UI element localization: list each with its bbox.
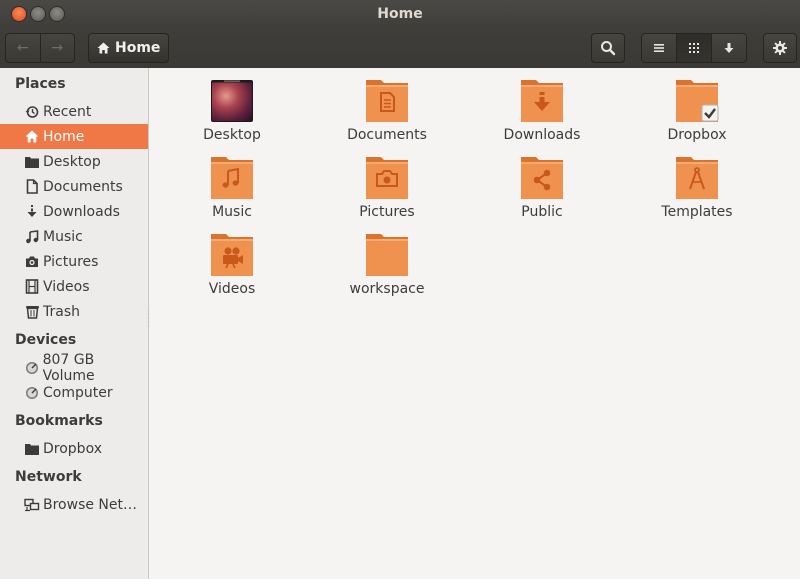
sidebar-item-browse-network[interactable]: Browse Net…	[0, 492, 148, 517]
sidebar-item-label: Computer	[43, 384, 113, 401]
list-icon	[654, 44, 664, 52]
file-item-pictures[interactable]: Pictures	[327, 155, 447, 221]
videos-folder-icon	[211, 234, 253, 276]
search-icon	[601, 41, 616, 56]
file-item-label: Pictures	[359, 204, 415, 220]
network-icon	[24, 497, 40, 513]
file-item-templates[interactable]: Templates	[637, 155, 757, 221]
desktop-folder-icon	[211, 80, 253, 122]
sidebar-item-pictures[interactable]: Pictures	[0, 249, 148, 274]
sidebar-item-label: Music	[43, 228, 83, 245]
file-item-label: Dropbox	[667, 127, 727, 143]
sidebar-item-label: Videos	[43, 278, 90, 295]
sidebar-item-label: Browse Net…	[43, 496, 138, 513]
sidebar-item-desktop[interactable]: Desktop	[0, 149, 148, 174]
documents-folder-icon	[366, 80, 408, 122]
sidebar-item-label: Dropbox	[43, 440, 102, 457]
sidebar-item-label: Downloads	[43, 203, 120, 220]
sidebar-item-807gb-volume[interactable]: 807 GB Volume	[0, 352, 148, 384]
view-options-button[interactable]	[711, 34, 746, 62]
file-manager-window: Home ← → Home Places Recent Home Desktop…	[0, 0, 800, 579]
download-icon	[24, 204, 40, 220]
file-view: Desktop Documents Downloads Dropbox Musi…	[149, 68, 800, 579]
search-button[interactable]	[591, 33, 625, 63]
file-item-downloads[interactable]: Downloads	[482, 78, 602, 144]
sidebar-item-computer[interactable]: Computer	[0, 380, 148, 405]
path-bar-home-button[interactable]: Home	[88, 33, 170, 63]
templates-folder-icon	[676, 157, 718, 199]
title-bar: Home ← → Home	[0, 0, 800, 68]
window-title: Home	[377, 6, 423, 22]
file-item-public[interactable]: Public	[482, 155, 602, 221]
settings-menu-button[interactable]	[763, 33, 797, 63]
music-icon	[24, 229, 40, 245]
sidebar-item-label: Recent	[43, 103, 92, 120]
gear-icon	[773, 41, 787, 55]
music-folder-icon	[211, 157, 253, 199]
sidebar-item-home[interactable]: Home	[0, 124, 148, 149]
bookmarks-heading: Bookmarks	[15, 413, 103, 429]
camera-icon	[24, 254, 40, 270]
sidebar-item-label: Trash	[43, 303, 80, 320]
sidebar-item-dropbox[interactable]: Dropbox	[0, 436, 148, 461]
file-item-desktop[interactable]: Desktop	[172, 78, 292, 144]
file-item-music[interactable]: Music	[172, 155, 292, 221]
folder-icon	[24, 441, 40, 457]
recent-icon	[24, 104, 40, 120]
places-heading: Places	[15, 76, 66, 92]
back-button[interactable]: ←	[6, 34, 40, 62]
sidebar-item-label: Pictures	[43, 253, 99, 270]
view-mode-buttons	[641, 33, 747, 63]
sidebar-item-recent[interactable]: Recent	[0, 99, 148, 124]
file-item-label: Music	[212, 204, 252, 220]
public-folder-icon	[521, 157, 563, 199]
file-item-label: Public	[521, 204, 563, 220]
sidebar-item-label: 807 GB Volume	[42, 351, 95, 384]
sidebar-item-downloads[interactable]: Downloads	[0, 199, 148, 224]
chevron-down-icon	[724, 43, 734, 53]
path-bar-label: Home	[115, 40, 161, 56]
sidebar-item-label: Home	[43, 128, 85, 145]
forward-button[interactable]: →	[39, 34, 75, 62]
file-item-dropbox[interactable]: Dropbox	[637, 78, 757, 144]
file-item-label: Videos	[208, 281, 256, 297]
file-item-label: Templates	[661, 204, 733, 220]
folder-icon	[366, 234, 408, 276]
network-heading: Network	[15, 469, 82, 485]
drive-icon	[24, 385, 40, 401]
file-item-label: Documents	[347, 127, 427, 143]
downloads-folder-icon	[521, 80, 563, 122]
pictures-folder-icon	[366, 157, 408, 199]
forward-arrow-icon: →	[51, 40, 64, 56]
document-icon	[24, 179, 40, 195]
file-item-label: workspace	[349, 281, 425, 297]
dropbox-folder-icon	[676, 80, 719, 122]
sidebar: Places Recent Home Desktop Documents Dow…	[0, 68, 149, 579]
sidebar-item-music[interactable]: Music	[0, 224, 148, 249]
film-icon	[24, 279, 40, 295]
file-item-label: Desktop	[203, 127, 261, 143]
list-view-button[interactable]	[642, 34, 676, 62]
sidebar-item-documents[interactable]: Documents	[0, 174, 148, 199]
devices-heading: Devices	[15, 332, 77, 348]
sidebar-item-videos[interactable]: Videos	[0, 274, 148, 299]
sidebar-item-label: Documents	[43, 178, 123, 195]
grid-icon	[689, 43, 699, 53]
file-item-label: Downloads	[503, 127, 581, 143]
home-icon	[24, 129, 40, 145]
sidebar-item-trash[interactable]: Trash	[0, 299, 148, 324]
file-item-videos[interactable]: Videos	[172, 232, 292, 298]
grid-view-button[interactable]	[676, 34, 711, 62]
back-arrow-icon: ←	[16, 40, 29, 56]
file-item-documents[interactable]: Documents	[327, 78, 447, 144]
drive-icon	[24, 360, 40, 376]
desktop-folder-icon	[24, 154, 40, 170]
file-item-workspace[interactable]: workspace	[327, 232, 447, 298]
navigation-buttons: ← →	[5, 33, 75, 63]
home-icon	[97, 42, 110, 54]
sidebar-item-label: Desktop	[43, 153, 101, 170]
trash-icon	[24, 304, 40, 320]
